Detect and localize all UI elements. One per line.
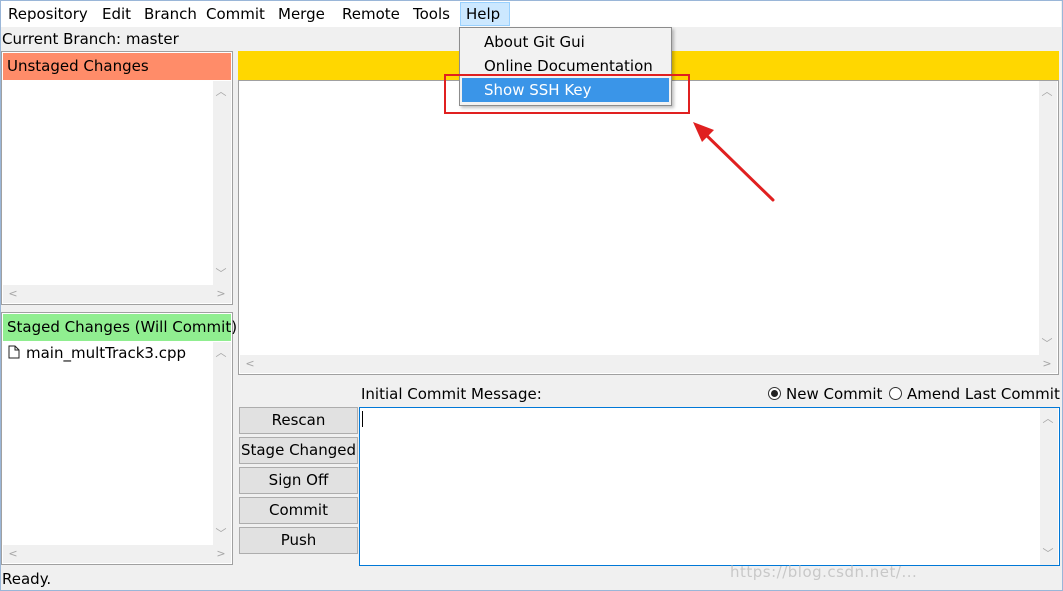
menu-edit[interactable]: Edit [97, 2, 136, 26]
scroll-left-icon[interactable]: < [5, 548, 21, 560]
scroll-down-icon[interactable]: ﹀ [1039, 338, 1055, 350]
staged-file-name: main_multTrack3.cpp [26, 344, 186, 362]
menu-item-about-git-gui[interactable]: About Git Gui [462, 30, 669, 54]
commit-message-scrollbar[interactable]: ︿ ﹀ [1040, 408, 1058, 565]
amend-last-commit-radio[interactable]: Amend Last Commit [889, 384, 1060, 404]
menu-remote[interactable]: Remote [337, 2, 405, 26]
scroll-left-icon[interactable]: < [5, 288, 21, 300]
annotation-highlight-box [444, 74, 690, 114]
scroll-up-icon[interactable]: ︿ [1040, 413, 1056, 425]
staged-horizontal-scrollbar[interactable]: < > [3, 545, 231, 563]
diff-view[interactable]: ︿ ﹀ < > [238, 80, 1059, 375]
staged-file-item[interactable]: main_multTrack3.cpp [8, 343, 186, 363]
scroll-right-icon[interactable]: > [213, 288, 229, 300]
unstaged-vertical-scrollbar[interactable]: ︿ ﹀ [213, 81, 231, 285]
text-caret [362, 411, 363, 427]
scroll-up-icon[interactable]: ︿ [1039, 86, 1055, 98]
commit-button[interactable]: Commit [239, 497, 358, 524]
status-bar-text: Ready. [2, 570, 52, 588]
unstaged-changes-title: Unstaged Changes [3, 53, 231, 80]
menu-branch[interactable]: Branch [139, 2, 202, 26]
unstaged-horizontal-scrollbar[interactable]: < > [3, 285, 231, 303]
sign-off-button[interactable]: Sign Off [239, 467, 358, 494]
menu-commit[interactable]: Commit [201, 2, 270, 26]
scroll-down-icon[interactable]: ﹀ [213, 268, 229, 280]
commit-message-input[interactable]: ︿ ﹀ [359, 407, 1060, 566]
commit-message-label: Initial Commit Message: [361, 385, 542, 403]
push-button[interactable]: Push [239, 527, 358, 554]
diff-vertical-scrollbar[interactable]: ︿ ﹀ [1039, 81, 1057, 355]
scroll-right-icon[interactable]: > [213, 548, 229, 560]
new-commit-radio[interactable]: New Commit [768, 384, 882, 404]
radio-selected-icon [768, 387, 781, 400]
menu-repository[interactable]: Repository [3, 2, 93, 26]
menu-tools[interactable]: Tools [408, 2, 455, 26]
amend-commit-label: Amend Last Commit [907, 385, 1060, 403]
diff-horizontal-scrollbar[interactable]: < > [240, 355, 1057, 373]
current-branch-label: Current Branch: master [2, 30, 179, 48]
menu-bar: Repository Edit Branch Commit Merge Remo… [1, 1, 1061, 27]
scroll-left-icon[interactable]: < [242, 358, 258, 370]
scroll-down-icon[interactable]: ﹀ [1040, 548, 1056, 560]
annotation-arrow-icon [693, 122, 775, 202]
radio-unselected-icon [889, 387, 902, 400]
scroll-down-icon[interactable]: ﹀ [213, 528, 229, 540]
scroll-up-icon[interactable]: ︿ [213, 347, 229, 359]
staged-changes-title: Staged Changes (Will Commit) [3, 314, 237, 341]
unstaged-changes-pane: Unstaged Changes ︿ ﹀ < > [1, 51, 233, 305]
watermark: https://blog.csdn.net/... [730, 563, 918, 581]
scroll-up-icon[interactable]: ︿ [213, 86, 229, 98]
rescan-button[interactable]: Rescan [239, 407, 358, 434]
staged-vertical-scrollbar[interactable]: ︿ ﹀ [213, 342, 231, 545]
file-icon [8, 345, 20, 359]
stage-changed-button[interactable]: Stage Changed [239, 437, 358, 464]
scroll-right-icon[interactable]: > [1039, 358, 1055, 370]
staged-changes-pane: Staged Changes (Will Commit) main_multTr… [1, 312, 237, 565]
new-commit-label: New Commit [786, 385, 883, 403]
menu-help[interactable]: Help [460, 2, 510, 26]
menu-merge[interactable]: Merge [273, 2, 330, 26]
